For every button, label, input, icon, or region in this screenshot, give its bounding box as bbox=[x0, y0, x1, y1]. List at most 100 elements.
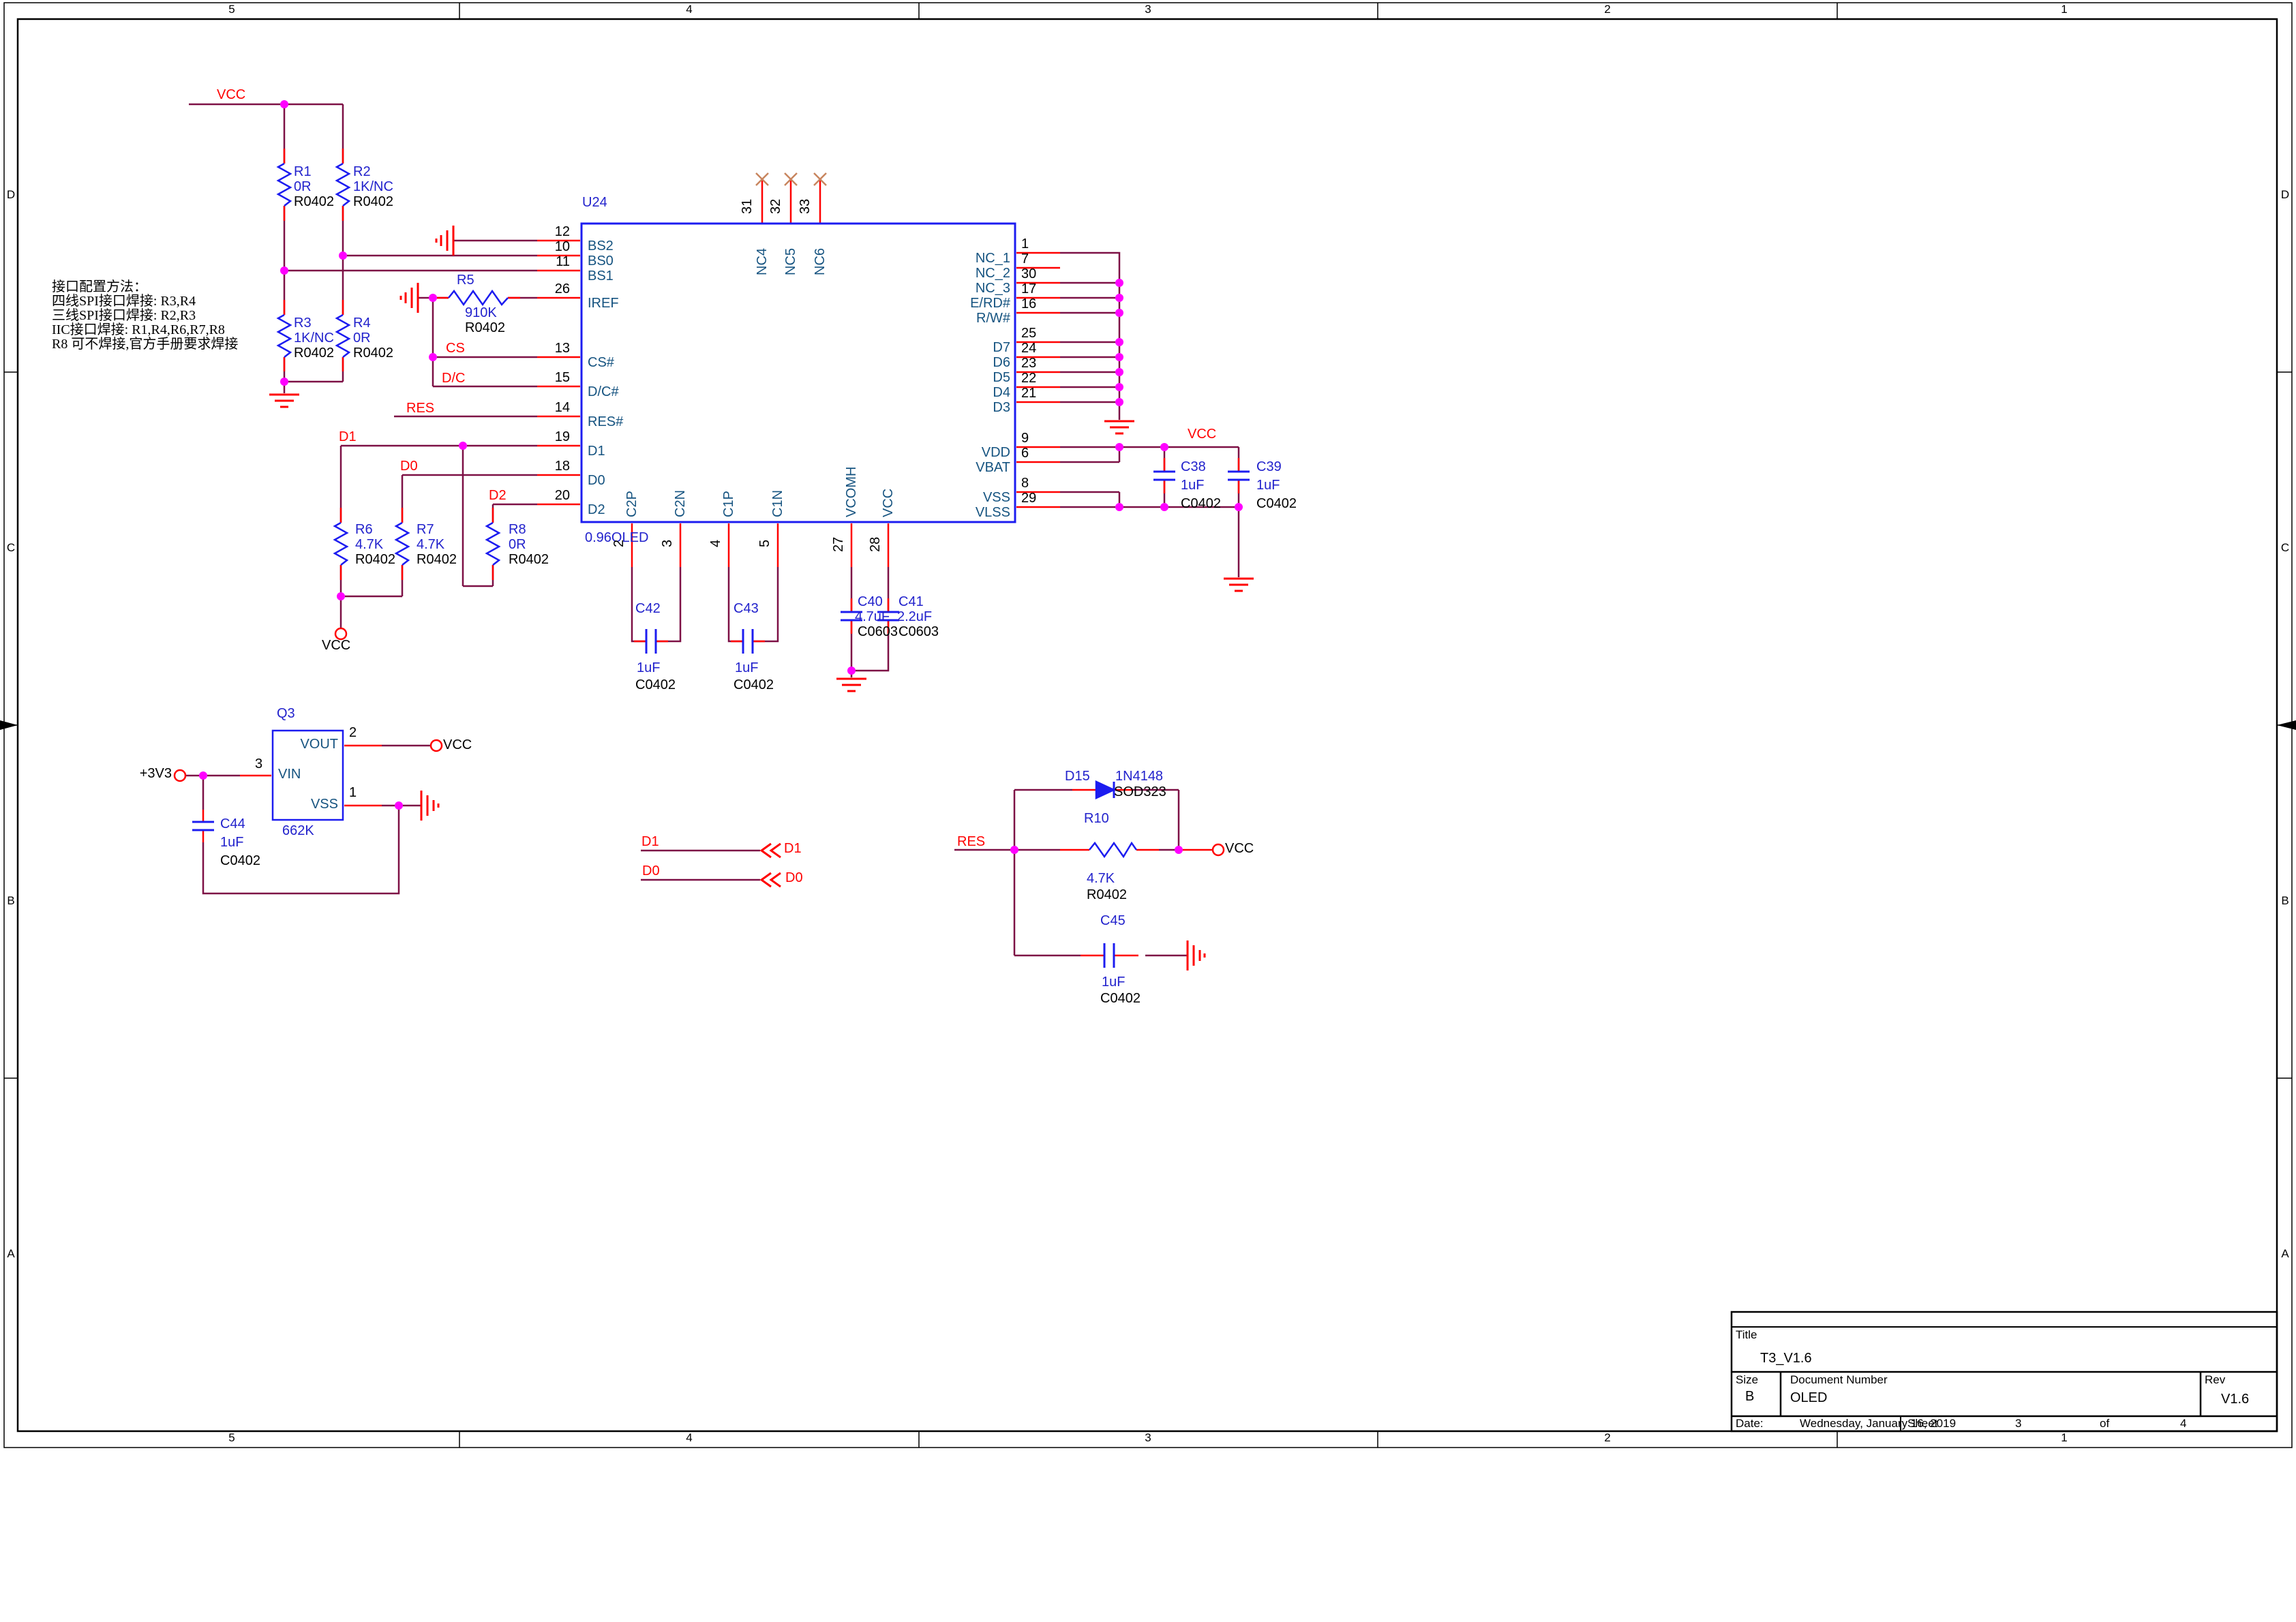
c38-footprint: C0402 bbox=[1181, 496, 1221, 511]
u24-pin-nc3: NC_3 bbox=[927, 281, 1010, 296]
r7-footprint: R0402 bbox=[417, 552, 457, 567]
u24-pin-erd: E/RD# bbox=[927, 296, 1010, 311]
offpage-d1-port: D1 bbox=[784, 841, 802, 856]
r10-symbol bbox=[1089, 843, 1136, 857]
r5-ref: R5 bbox=[457, 273, 474, 288]
c40-footprint: C0603 bbox=[858, 624, 898, 639]
titleblock-date-label: Date: bbox=[1736, 1418, 1764, 1430]
r6-symbol bbox=[335, 523, 347, 565]
r5-footprint: R0402 bbox=[465, 320, 505, 335]
c40-ref: C40 bbox=[858, 594, 883, 609]
c42-footprint: C0402 bbox=[635, 677, 676, 692]
r2-symbol bbox=[337, 164, 349, 206]
fold-arrows bbox=[0, 720, 2296, 730]
r2-value: 1K/NC bbox=[353, 179, 393, 194]
q3-pinnum-2: 2 bbox=[349, 725, 357, 740]
net-label-d0: D0 bbox=[400, 459, 418, 474]
r3-footprint: R0402 bbox=[294, 346, 334, 361]
note-line-5: R8 可不焊接,官方手册要求焊接 bbox=[52, 337, 238, 352]
c44-footprint: C0402 bbox=[220, 853, 260, 868]
c39-value: 1uF bbox=[1256, 478, 1280, 493]
c41-ref: C41 bbox=[898, 594, 924, 609]
offpage-d1-netname: D1 bbox=[641, 834, 659, 849]
u24-pinnum-18: 18 bbox=[544, 459, 570, 474]
u24-pinnum-29: 29 bbox=[1021, 491, 1036, 506]
u24-pin-vcomh: VCOMH bbox=[844, 467, 859, 517]
r4-value: 0R bbox=[353, 331, 371, 346]
u24-pin-dc: D/C# bbox=[588, 384, 619, 399]
r10-footprint: R0402 bbox=[1087, 887, 1127, 902]
u24-pin-nc2: NC_2 bbox=[927, 266, 1010, 281]
u24-pinnum-23: 23 bbox=[1021, 356, 1036, 371]
u24-pin-cs: CS# bbox=[588, 355, 614, 370]
u24-pinnum-25: 25 bbox=[1021, 326, 1036, 341]
u24-pin-c2n: C2N bbox=[673, 490, 688, 517]
c43-footprint: C0402 bbox=[734, 677, 774, 692]
r4-footprint: R0402 bbox=[353, 346, 393, 361]
u24-pinnum-4: 4 bbox=[708, 540, 723, 547]
u24-pin-c1p: C1P bbox=[721, 491, 736, 517]
schematic-canvas: 5 4 3 2 1 5 4 3 2 1 D C B A D C B A 接口配置… bbox=[0, 0, 2296, 1622]
r1-ref: R1 bbox=[294, 164, 312, 179]
gnd-rotated-icons bbox=[401, 226, 1205, 970]
zone-row-right-d: D bbox=[2279, 189, 2291, 202]
u24-pin-nc1: NC_1 bbox=[927, 251, 1010, 266]
zone-col-bot-1: 1 bbox=[2051, 1432, 2078, 1445]
u24-pinnum-1: 1 bbox=[1021, 236, 1029, 251]
d15-symbol bbox=[1096, 782, 1114, 798]
titleblock-rev-label: Rev bbox=[2205, 1374, 2225, 1387]
r3-ref: R3 bbox=[294, 316, 312, 331]
u24-pinnum-12: 12 bbox=[544, 224, 570, 239]
r3-value: 1K/NC bbox=[294, 331, 334, 346]
titleblock-docnum-label: Document Number bbox=[1790, 1374, 1888, 1387]
net-label-res-r10: RES bbox=[957, 834, 985, 849]
u24-pinnum-30: 30 bbox=[1021, 266, 1036, 281]
c44-value: 1uF bbox=[220, 835, 243, 850]
u24-pin-vss: VSS bbox=[927, 490, 1010, 505]
net-label-vcc-top: VCC bbox=[217, 87, 245, 102]
q3-pinnum-1: 1 bbox=[349, 785, 357, 800]
c43-ref: C43 bbox=[734, 601, 759, 616]
q3-pin-vin: VIN bbox=[278, 767, 301, 782]
q3-value: 662K bbox=[282, 823, 314, 838]
c42-ref: C42 bbox=[635, 601, 661, 616]
r7-ref: R7 bbox=[417, 522, 434, 537]
zone-col-bot-4: 4 bbox=[676, 1432, 703, 1445]
u24-pin-rw: R/W# bbox=[927, 311, 1010, 326]
u24-pin-d2: D2 bbox=[588, 502, 605, 517]
junction-dots bbox=[199, 100, 1243, 854]
u24-pin-c2p: C2P bbox=[624, 491, 639, 517]
u24-pinnum-10: 10 bbox=[544, 239, 570, 254]
offpage-d0-port: D0 bbox=[785, 870, 803, 885]
c45-footprint: C0402 bbox=[1100, 991, 1141, 1006]
offpage-d0-netname: D0 bbox=[642, 863, 660, 878]
zone-col-top-4: 4 bbox=[676, 3, 703, 16]
c45-ref: C45 bbox=[1100, 913, 1126, 928]
r10-ref: R10 bbox=[1084, 811, 1109, 826]
u24-pinnum-33: 33 bbox=[798, 199, 813, 214]
u24-pin-nc6: NC6 bbox=[813, 248, 828, 275]
zone-row-left-a: A bbox=[5, 1248, 17, 1261]
u24-pinnum-2: 2 bbox=[611, 540, 626, 547]
note-line-4: IIC接口焊接: R1,R4,R6,R7,R8 bbox=[52, 322, 225, 337]
u24-pinnum-27: 27 bbox=[831, 537, 846, 552]
zone-col-top-1: 1 bbox=[2051, 3, 2078, 16]
u24-pinnum-16: 16 bbox=[1021, 296, 1036, 311]
u24-pin-d7: D7 bbox=[927, 340, 1010, 355]
c41-footprint: C0603 bbox=[898, 624, 939, 639]
r6-value: 4.7K bbox=[355, 537, 383, 552]
zone-col-bot-2: 2 bbox=[1594, 1432, 1621, 1445]
u24-pin-d6: D6 bbox=[927, 355, 1010, 370]
r1-symbol bbox=[278, 164, 290, 206]
u24-ref: U24 bbox=[582, 195, 607, 210]
zone-row-right-c: C bbox=[2279, 542, 2291, 555]
port-label-vcc-r10: VCC bbox=[1225, 841, 1254, 856]
r3-symbol bbox=[278, 315, 290, 357]
zone-col-bot-5: 5 bbox=[218, 1432, 245, 1445]
u24-pinnum-22: 22 bbox=[1021, 371, 1036, 386]
r6-ref: R6 bbox=[355, 522, 373, 537]
zone-col-top-2: 2 bbox=[1594, 3, 1621, 16]
r2-footprint: R0402 bbox=[353, 194, 393, 209]
u24-pin-d4: D4 bbox=[927, 385, 1010, 400]
u24-pin-iref: IREF bbox=[588, 296, 619, 311]
